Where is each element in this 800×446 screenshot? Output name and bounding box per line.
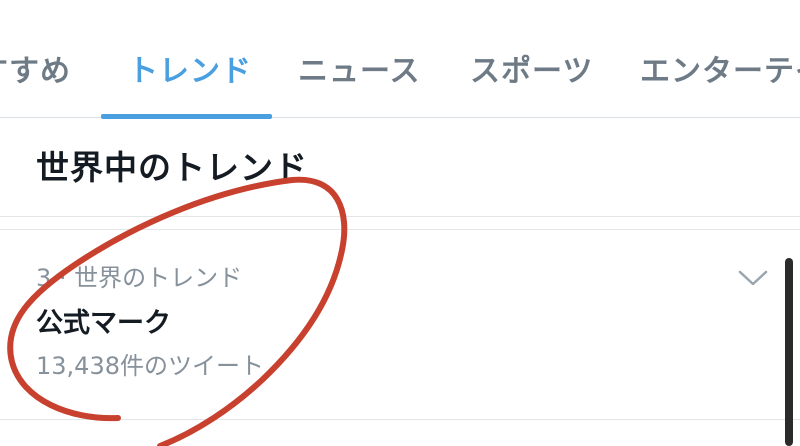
explore-page: すすめ トレンド ニュース スポーツ エンターテイ 世界中のトレンド 3 · 世… (0, 0, 800, 446)
tab-news[interactable]: ニュース (298, 52, 421, 92)
trend-tweet-count: 13,438件のツイート (36, 352, 264, 380)
trend-item[interactable]: 3 · 世界のトレンド 公式マーク 13,438件のツイート (0, 230, 780, 420)
explore-tabs: すすめ トレンド ニュース スポーツ エンターテイ (0, 0, 800, 118)
divider (0, 216, 800, 217)
trend-name: 公式マーク (36, 308, 171, 339)
divider (0, 419, 800, 420)
active-tab-indicator (101, 114, 272, 119)
scrollbar-thumb[interactable] (785, 258, 793, 446)
chevron-down-icon[interactable] (736, 268, 770, 288)
tab-trending[interactable]: トレンド (128, 52, 252, 92)
tab-entertainment[interactable]: エンターテイ (640, 52, 800, 92)
section-title: 世界中のトレンド (36, 148, 308, 187)
tab-recommended[interactable]: すすめ (0, 52, 71, 92)
trend-context: 3 · 世界のトレンド (36, 264, 243, 292)
tab-sports[interactable]: スポーツ (470, 52, 593, 92)
